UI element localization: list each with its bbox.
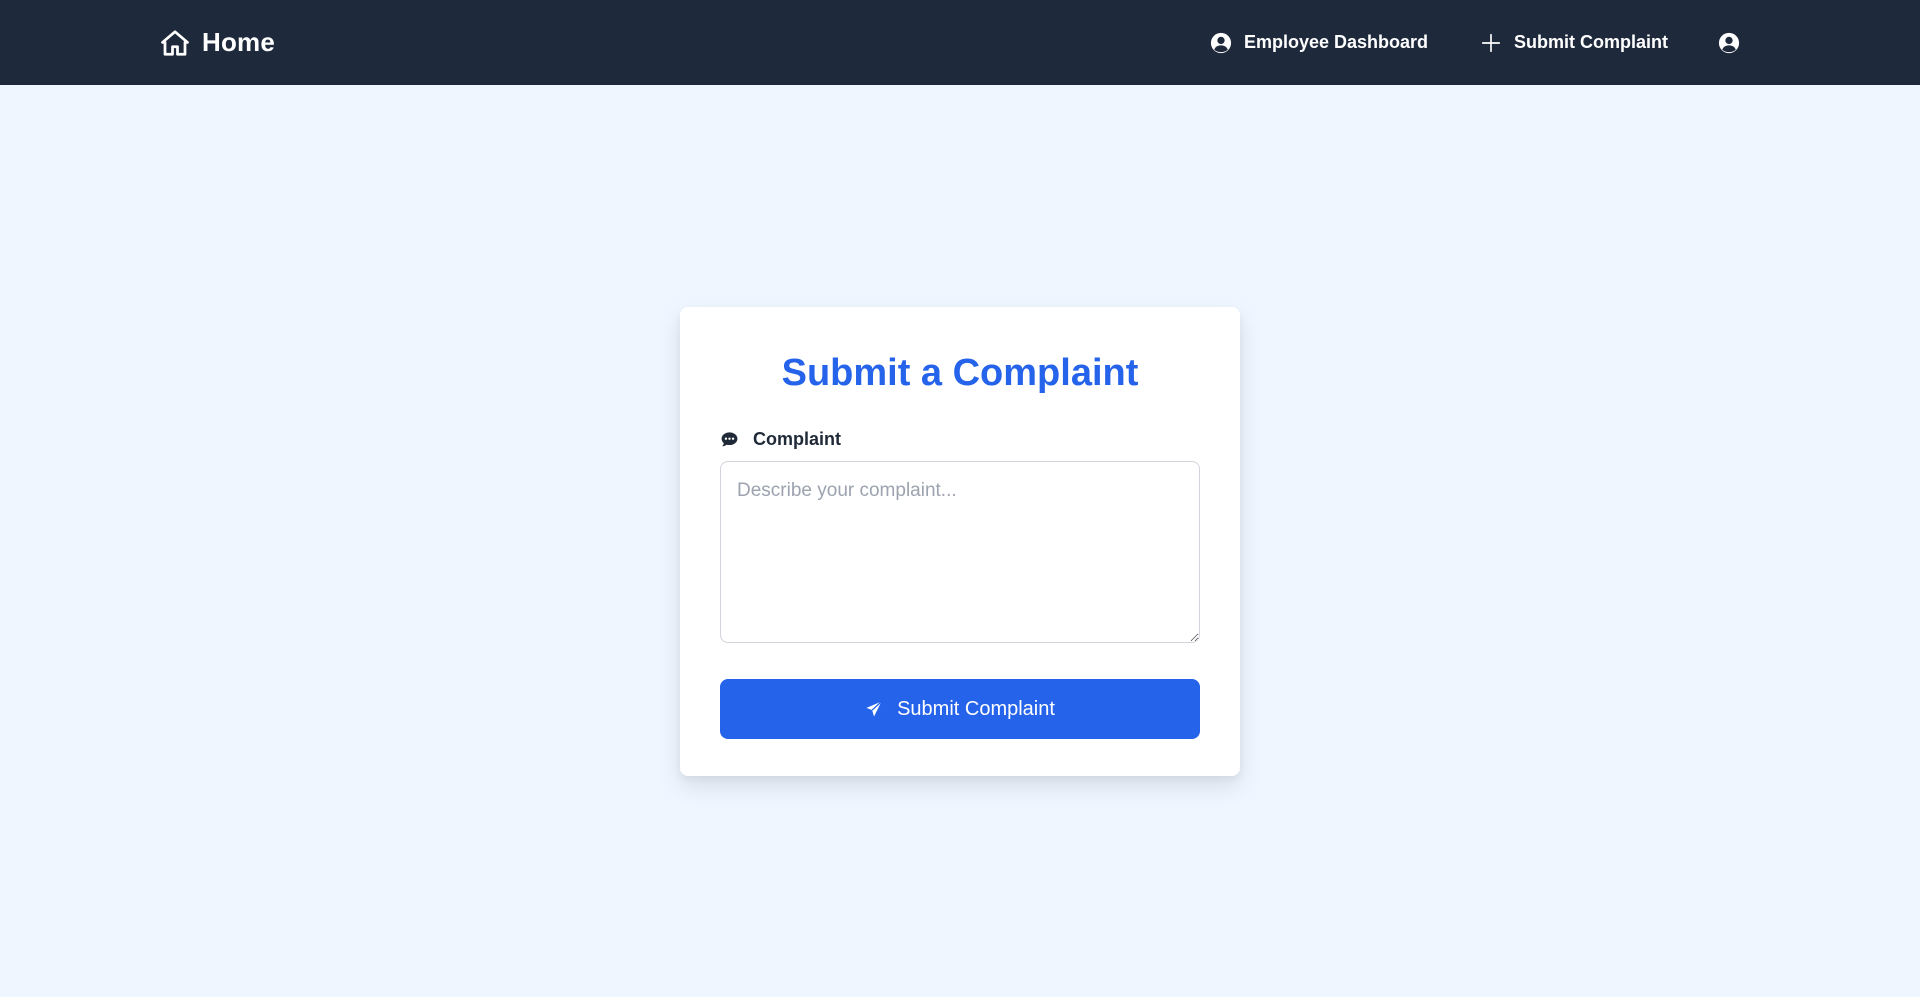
home-icon: [161, 29, 189, 56]
nav-submit-complaint[interactable]: Submit Complaint: [1480, 32, 1668, 54]
submit-complaint-button[interactable]: Submit Complaint: [720, 679, 1200, 739]
complaint-form-card: Submit a Complaint Complaint Submit Comp…: [680, 307, 1240, 776]
complaint-textarea[interactable]: [720, 461, 1200, 643]
paper-plane-icon: [866, 701, 882, 717]
complaint-label: Complaint: [720, 427, 1200, 451]
user-circle-icon: [1718, 32, 1740, 53]
profile-button[interactable]: [1718, 32, 1740, 54]
plus-icon: [1481, 33, 1501, 52]
home-link-label: Home: [202, 27, 276, 57]
complaint-label-text: Complaint: [753, 428, 841, 449]
nav-links: Employee Dashboard Submit Complaint: [1210, 0, 1740, 85]
home-link[interactable]: Home: [160, 0, 275, 85]
submit-complaint-button-label: Submit Complaint: [897, 697, 1055, 720]
nav-employee-dashboard-label: Employee Dashboard: [1243, 32, 1428, 52]
page-title: Submit a Complaint: [781, 352, 1139, 394]
nav-employee-dashboard[interactable]: Employee Dashboard: [1210, 32, 1428, 54]
user-circle-icon: [1210, 32, 1232, 53]
nav-submit-complaint-label: Submit Complaint: [1514, 32, 1668, 52]
top-navbar: Home Employee Dashboard Submit Complaint: [0, 0, 1920, 85]
comment-dots-icon: [721, 431, 738, 446]
